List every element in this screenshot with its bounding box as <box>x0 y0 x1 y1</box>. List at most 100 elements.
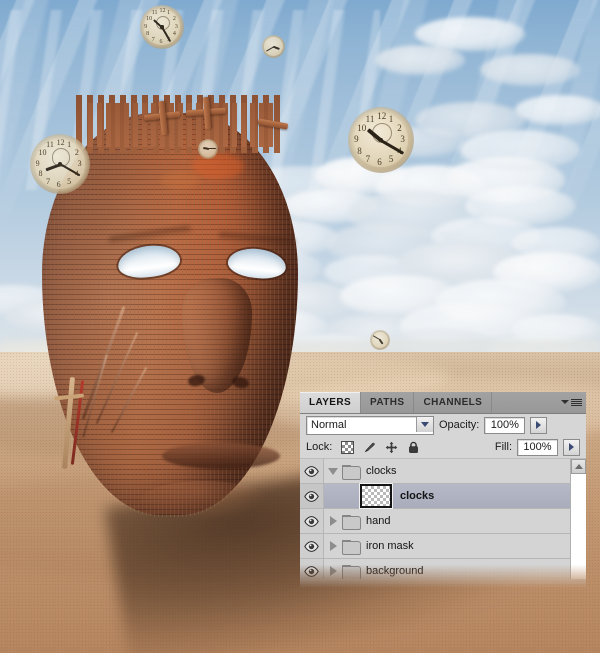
layer-twisty[interactable] <box>324 541 342 551</box>
clock-numeral: 12 <box>56 137 65 147</box>
clock-numeral: 7 <box>365 154 371 165</box>
clock-center-pin <box>160 25 164 29</box>
lock-all-icon[interactable] <box>407 441 420 454</box>
tab-layers[interactable]: LAYERS <box>300 392 362 413</box>
layer-visibility-toggle[interactable] <box>300 509 324 533</box>
panel-menu-triangle-icon <box>561 400 569 404</box>
clock-numeral: 9 <box>144 23 148 30</box>
layer-row[interactable]: hand <box>300 509 586 534</box>
clock-numeral: 10 <box>146 16 153 22</box>
layer-visibility-toggle[interactable] <box>300 534 324 558</box>
blend-mode-select[interactable]: Normal <box>306 415 434 435</box>
layers-panel[interactable]: LAYERS PATHS CHANNELS Normal Opacity: 10… <box>300 392 586 588</box>
panel-tab-bar: LAYERS PATHS CHANNELS <box>300 392 586 414</box>
layer-name: background <box>366 565 424 577</box>
tab-channels[interactable]: CHANNELS <box>414 392 493 413</box>
eye-icon <box>304 490 319 502</box>
clock-numeral: 5 <box>388 154 394 165</box>
layer-thumbnail[interactable] <box>360 484 392 508</box>
scroll-up-arrow-icon[interactable] <box>571 459 586 474</box>
eye-icon <box>304 565 319 577</box>
lock-image-pixels-icon[interactable] <box>363 441 376 454</box>
layer-name: hand <box>366 515 391 527</box>
opacity-label: Opacity: <box>439 419 480 431</box>
layer-list-scrollbar[interactable] <box>570 459 586 579</box>
clock-top-right <box>262 35 285 58</box>
layer-twisty[interactable] <box>324 467 342 475</box>
eye-icon <box>304 540 319 552</box>
clock-minute-hand <box>208 148 216 150</box>
layer-visibility-toggle[interactable] <box>300 559 324 579</box>
screenshot-root: 1212345678910111212345678910111212345678… <box>0 0 600 653</box>
tab-channels-label: CHANNELS <box>423 397 483 408</box>
fill-label: Fill: <box>494 441 512 453</box>
clock-face-large: 121234567891011 <box>348 107 414 173</box>
tab-paths-label: PATHS <box>370 397 405 408</box>
panel-menu-lines-icon <box>571 398 582 406</box>
clock-numeral: 3 <box>174 23 178 30</box>
layer-row[interactable]: iron mask <box>300 534 586 559</box>
layer-visibility-toggle[interactable] <box>300 459 324 483</box>
cloud-blob <box>415 17 525 51</box>
clock-center-pin <box>379 339 381 341</box>
layer-name: clocks <box>400 490 435 502</box>
mask-mouth <box>162 443 280 469</box>
layer-list[interactable]: clocks clocks hand iron mask background <box>300 459 586 579</box>
clock-top-center: 121234567891011 <box>140 5 184 49</box>
clock-numeral: 7 <box>46 176 51 186</box>
tab-layers-label: LAYERS <box>309 397 352 408</box>
clock-numeral: 10 <box>38 148 47 158</box>
clock-numeral: 1 <box>388 114 394 125</box>
triangle-right-icon <box>329 516 337 526</box>
cloud-blob <box>460 130 580 170</box>
blend-opacity-row: Normal Opacity: 100% <box>300 414 586 436</box>
layer-twisty[interactable] <box>324 516 342 526</box>
clock-numeral: 8 <box>146 31 150 38</box>
opacity-stepper-icon[interactable] <box>530 416 548 434</box>
folder-icon <box>342 564 361 579</box>
clock-numeral: 2 <box>74 148 79 158</box>
lock-label: Lock: <box>306 441 333 453</box>
triangle-right-icon <box>329 541 337 551</box>
tab-paths[interactable]: PATHS <box>361 392 415 413</box>
chevron-down-icon[interactable] <box>416 416 433 432</box>
fill-stepper-icon[interactable] <box>563 438 580 456</box>
clock-center-pin <box>272 45 275 48</box>
clock-numeral: 9 <box>35 158 40 168</box>
clock-numeral: 5 <box>67 176 72 186</box>
clock-numeral: 2 <box>172 16 176 22</box>
clock-right-tiny <box>370 330 390 350</box>
layer-name: clocks <box>366 465 397 477</box>
clock-numeral: 8 <box>357 145 362 156</box>
layer-row[interactable]: clocks <box>300 459 586 484</box>
layer-row[interactable]: clocks <box>300 484 586 509</box>
clock-numeral: 6 <box>377 157 382 168</box>
clock-numeral: 11 <box>365 114 375 125</box>
clock-numeral: 4 <box>172 31 176 38</box>
clock-numeral: 7 <box>151 37 155 44</box>
layer-row[interactable]: background <box>300 559 586 579</box>
cloud-blob <box>480 54 580 86</box>
scrollbar-track[interactable] <box>571 474 586 579</box>
folder-icon <box>342 464 361 480</box>
panel-menu-icon[interactable] <box>561 396 582 408</box>
clock-numeral: 1 <box>67 140 72 150</box>
layer-visibility-toggle[interactable] <box>300 484 324 508</box>
clock-numeral: 11 <box>151 10 158 17</box>
folder-icon <box>342 514 361 530</box>
lock-transparent-pixels-icon[interactable] <box>341 440 355 454</box>
clock-left-large: 121234567891011 <box>30 134 90 194</box>
clock-numeral: 2 <box>397 122 402 133</box>
clock-mid-small <box>198 139 218 159</box>
clock-numeral: 3 <box>400 134 405 145</box>
cloud-blob <box>515 95 600 125</box>
triangle-down-icon <box>328 467 338 475</box>
clock-numeral: 3 <box>77 158 82 168</box>
lock-position-icon[interactable] <box>385 441 398 454</box>
layer-twisty[interactable] <box>324 566 342 576</box>
blend-mode-value: Normal <box>311 419 347 431</box>
clock-numeral: 6 <box>56 179 61 189</box>
opacity-input[interactable]: 100% <box>484 416 526 434</box>
clock-numeral: 10 <box>357 122 367 133</box>
fill-input[interactable]: 100% <box>517 438 558 456</box>
